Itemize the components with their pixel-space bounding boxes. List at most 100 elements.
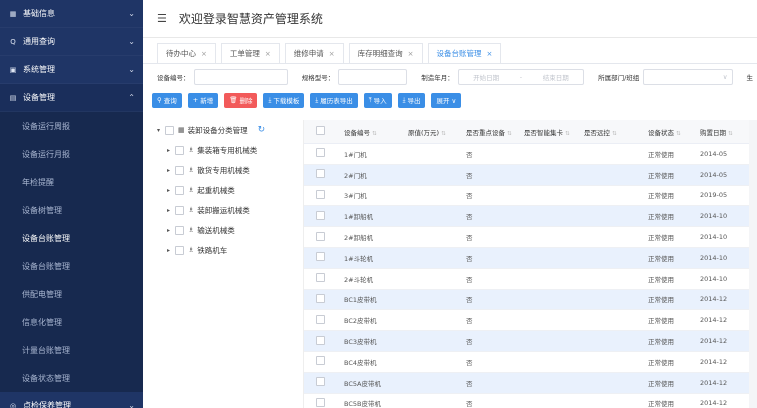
row-select[interactable] bbox=[304, 314, 334, 326]
checkbox[interactable] bbox=[316, 273, 325, 283]
menu-toggle-icon[interactable]: ☰ bbox=[157, 12, 167, 25]
row-select[interactable] bbox=[304, 189, 334, 201]
checkbox[interactable] bbox=[175, 205, 184, 215]
row-select[interactable] bbox=[304, 210, 334, 222]
table-row[interactable]: 1#门机 否 正常使用 2014-05 bbox=[304, 144, 757, 165]
checkbox[interactable] bbox=[175, 145, 184, 155]
table-row[interactable]: 3#门机 否 正常使用 2019-05 bbox=[304, 186, 757, 207]
tree-node[interactable]: ▸ ♗ 输送机械类 bbox=[157, 220, 303, 240]
close-icon[interactable]: × bbox=[265, 50, 271, 58]
row-select[interactable] bbox=[304, 356, 334, 367]
tab-work-orders[interactable]: 工单管理 × bbox=[220, 43, 280, 63]
close-icon[interactable]: × bbox=[201, 50, 207, 58]
checkbox[interactable] bbox=[316, 314, 325, 324]
delete-button[interactable]: 🗑 删除 bbox=[224, 92, 258, 108]
query-button[interactable]: ⚲ 查询 bbox=[152, 92, 182, 108]
column-header-smart[interactable]: 是否智能集卡 ⇅ bbox=[520, 127, 580, 137]
sidebar-group-inspection[interactable]: ◎ 点检保养管理 ⌄ bbox=[0, 392, 143, 408]
checkbox[interactable] bbox=[316, 148, 325, 158]
sidebar-group-equipment[interactable]: ▤ 设备管理 ⌃ bbox=[0, 84, 143, 112]
manufacture-date-range[interactable]: 开始日期 - 结束日期 bbox=[457, 69, 585, 85]
close-icon[interactable]: × bbox=[408, 50, 414, 58]
tree-node[interactable]: ▸ ♗ 集装箱专用机械类 bbox=[157, 140, 303, 160]
column-header-date[interactable]: 购置日期 ⇅ bbox=[696, 127, 746, 137]
sidebar-item-equipment-status[interactable]: 设备状态管理 bbox=[0, 364, 143, 392]
sidebar-item-power-supply[interactable]: 供配电管理 bbox=[0, 280, 143, 308]
row-select[interactable] bbox=[304, 397, 334, 408]
sidebar-group-general-query[interactable]: Q 通用查询 ⌄ bbox=[0, 28, 143, 56]
sort-icon[interactable]: ⇅ bbox=[507, 131, 512, 137]
sidebar-item-metering-ledger[interactable]: 计量台账管理 bbox=[0, 336, 143, 364]
column-header-key[interactable]: 是否重点设备 ⇅ bbox=[462, 127, 520, 137]
caret-right-icon[interactable]: ▸ bbox=[167, 167, 175, 174]
caret-right-icon[interactable]: ▸ bbox=[167, 147, 175, 154]
sidebar-item-equipment-tree[interactable]: 设备树管理 bbox=[0, 196, 143, 224]
checkbox[interactable] bbox=[316, 356, 325, 366]
caret-right-icon[interactable]: ▸ bbox=[167, 227, 175, 234]
row-select[interactable] bbox=[304, 273, 334, 284]
sidebar-group-system[interactable]: ▣ 系统管理 ⌄ bbox=[0, 56, 143, 84]
column-header-orig-value[interactable]: 原值(万元) ⇅ bbox=[404, 127, 462, 137]
checkbox[interactable] bbox=[175, 165, 184, 175]
refresh-icon[interactable]: ↻ bbox=[258, 125, 266, 135]
row-select[interactable] bbox=[304, 169, 334, 180]
tree-root[interactable]: ▾ ▦ 装卸设备分类管理 ↻ bbox=[157, 120, 303, 140]
checkbox[interactable] bbox=[316, 252, 325, 262]
table-row[interactable]: 1#斗轮机 否 正常使用 2014-10 bbox=[304, 247, 757, 269]
export-button[interactable]: ⤓ 导出 bbox=[397, 92, 426, 108]
row-select[interactable] bbox=[304, 148, 334, 159]
table-row[interactable]: BC2皮带机 否 正常使用 2014-12 bbox=[304, 310, 757, 332]
department-select[interactable]: ∨ bbox=[643, 69, 733, 85]
sort-icon[interactable]: ⇅ bbox=[676, 131, 681, 137]
checkbox[interactable] bbox=[316, 231, 325, 241]
row-select[interactable] bbox=[304, 335, 334, 347]
checkbox[interactable] bbox=[316, 210, 325, 220]
sidebar-item-monthly-report[interactable]: 设备运行月报 bbox=[0, 140, 143, 168]
row-select[interactable] bbox=[304, 377, 334, 388]
checkbox[interactable] bbox=[175, 245, 184, 255]
sidebar-item-weekly-report[interactable]: 设备运行周报 bbox=[0, 112, 143, 140]
column-header-remote[interactable]: 是否远控 ⇅ bbox=[580, 127, 638, 137]
caret-right-icon[interactable]: ▸ bbox=[167, 247, 175, 254]
tree-node[interactable]: ▸ ♗ 散货专用机械类 bbox=[157, 160, 303, 180]
import-button[interactable]: ⤒ 导入 bbox=[363, 92, 392, 108]
checkbox[interactable] bbox=[316, 335, 325, 345]
caret-right-icon[interactable]: ▸ bbox=[167, 187, 175, 194]
tree-node[interactable]: ▸ ♗ 起重机械类 bbox=[157, 180, 303, 200]
close-icon[interactable]: × bbox=[487, 50, 493, 58]
sort-icon[interactable]: ⇅ bbox=[728, 131, 733, 137]
sidebar-group-basic-info[interactable]: ▦ 基础信息 ⌄ bbox=[0, 0, 143, 28]
sort-icon[interactable]: ⇅ bbox=[612, 131, 617, 137]
table-row[interactable]: 2#卸船机 否 正常使用 2014-10 bbox=[304, 227, 757, 248]
add-button[interactable]: + 新增 bbox=[187, 92, 219, 108]
scrollbar[interactable] bbox=[749, 120, 757, 408]
checkbox[interactable] bbox=[316, 293, 325, 303]
download-template-button[interactable]: ⤓ 下载模板 bbox=[263, 92, 305, 108]
table-row[interactable]: BC5A皮带机 否 正常使用 2014-12 bbox=[304, 372, 757, 394]
row-select[interactable] bbox=[304, 231, 334, 243]
sort-icon[interactable]: ⇅ bbox=[441, 131, 446, 137]
select-all-cell[interactable] bbox=[304, 126, 334, 137]
tab-inventory-query[interactable]: 库存明细查询 × bbox=[348, 43, 423, 63]
expand-button[interactable]: 展开 ∨ bbox=[431, 92, 462, 108]
checkbox[interactable] bbox=[175, 185, 184, 195]
checkbox[interactable] bbox=[175, 225, 184, 235]
table-row[interactable]: BC3皮带机 否 正常使用 2014-12 bbox=[304, 331, 757, 352]
checkbox[interactable] bbox=[316, 126, 325, 135]
sort-icon[interactable]: ⇅ bbox=[372, 131, 377, 137]
row-select[interactable] bbox=[304, 293, 334, 305]
column-header-code[interactable]: 设备编号 ⇅ bbox=[334, 127, 404, 137]
checkbox[interactable] bbox=[316, 169, 325, 179]
caret-down-icon[interactable]: ▾ bbox=[157, 127, 165, 134]
checkbox[interactable] bbox=[165, 125, 174, 135]
caret-right-icon[interactable]: ▸ bbox=[167, 207, 175, 214]
equipment-code-input[interactable] bbox=[193, 69, 288, 85]
sidebar-item-equipment-ledger-2[interactable]: 设备台账管理 bbox=[0, 252, 143, 280]
table-row[interactable]: BC1皮带机 否 正常使用 2014-12 bbox=[304, 289, 757, 311]
table-row[interactable]: BC5B皮带机 否 正常使用 2014-12 bbox=[304, 394, 757, 408]
table-row[interactable]: 1#卸船机 否 正常使用 2014-10 bbox=[304, 206, 757, 228]
sort-icon[interactable]: ⇅ bbox=[565, 131, 570, 137]
table-row[interactable]: 2#门机 否 正常使用 2014-05 bbox=[304, 164, 757, 186]
checkbox[interactable] bbox=[316, 189, 325, 199]
tab-equipment-ledger[interactable]: 设备台账管理 × bbox=[427, 43, 502, 63]
